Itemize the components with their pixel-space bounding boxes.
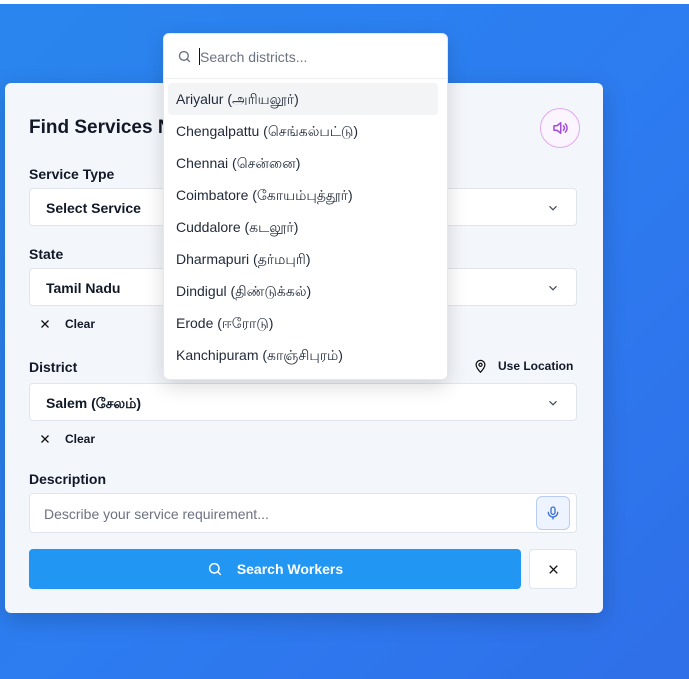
state-clear-button[interactable]: Clear — [39, 317, 95, 331]
state-label: State — [29, 246, 64, 262]
district-option[interactable]: Chennai (சென்னை) — [168, 147, 438, 179]
close-icon — [41, 320, 49, 328]
district-value: Salem (சேலம்) — [46, 395, 142, 411]
description-field — [29, 493, 577, 534]
district-search-input[interactable] — [198, 44, 432, 70]
use-location-button[interactable]: Use Location — [473, 358, 573, 374]
district-option[interactable]: Chengalpattu (செங்கல்பட்டு) — [168, 115, 438, 147]
service-type-label: Service Type — [29, 166, 115, 182]
search-workers-label: Search Workers — [236, 561, 344, 577]
district-option[interactable]: Coimbatore (கோயம்புத்தூர்) — [168, 179, 438, 211]
district-select[interactable]: Salem (சேலம்) — [29, 383, 577, 421]
use-location-label: Use Location — [498, 359, 574, 373]
speaker-button[interactable] — [540, 108, 580, 148]
close-icon — [548, 564, 558, 574]
district-option[interactable]: Erode (ஈரோடு) — [168, 307, 438, 339]
district-option[interactable]: Dharmapuri (தர்மபுரி) — [168, 243, 438, 275]
speaker-icon — [553, 122, 568, 134]
district-clear-button[interactable]: Clear — [39, 432, 95, 446]
district-option[interactable]: Dindigul (திண்டுக்கல்) — [168, 275, 438, 307]
service-type-value: Select Service — [46, 200, 141, 216]
reset-button[interactable] — [529, 549, 577, 589]
district-option[interactable]: Cuddalore (கடலூர்) — [168, 211, 438, 243]
district-options-list: Ariyalur (அரியலூர்) Chengalpattu (செங்கல்… — [168, 83, 438, 371]
chevron-down-icon — [549, 205, 557, 211]
text-caret — [199, 48, 200, 65]
district-clear-label: Clear — [65, 432, 96, 446]
district-option[interactable]: Ariyalur (அரியலூர்) — [168, 83, 438, 115]
district-label: District — [29, 359, 78, 375]
chevron-down-icon — [549, 400, 557, 406]
state-value: Tamil Nadu — [46, 280, 121, 296]
state-clear-label: Clear — [65, 317, 96, 331]
close-icon — [41, 435, 49, 443]
description-input[interactable] — [42, 494, 526, 534]
microphone-icon — [547, 506, 559, 520]
page-title: Find Services N — [29, 117, 172, 138]
chevron-down-icon — [549, 285, 557, 291]
district-search-bar — [164, 34, 447, 79]
description-label: Description — [29, 471, 107, 487]
map-pin-icon — [475, 359, 486, 374]
search-icon — [208, 562, 221, 576]
search-workers-button[interactable]: Search Workers — [29, 549, 521, 589]
district-dropdown: Ariyalur (அரியலூர்)Chengalpattu (செங்கல்… — [163, 33, 448, 380]
district-option[interactable]: Kanchipuram (காஞ்சிபுரம்) — [168, 339, 438, 371]
voice-input-button[interactable] — [536, 496, 570, 530]
search-icon — [178, 50, 191, 63]
